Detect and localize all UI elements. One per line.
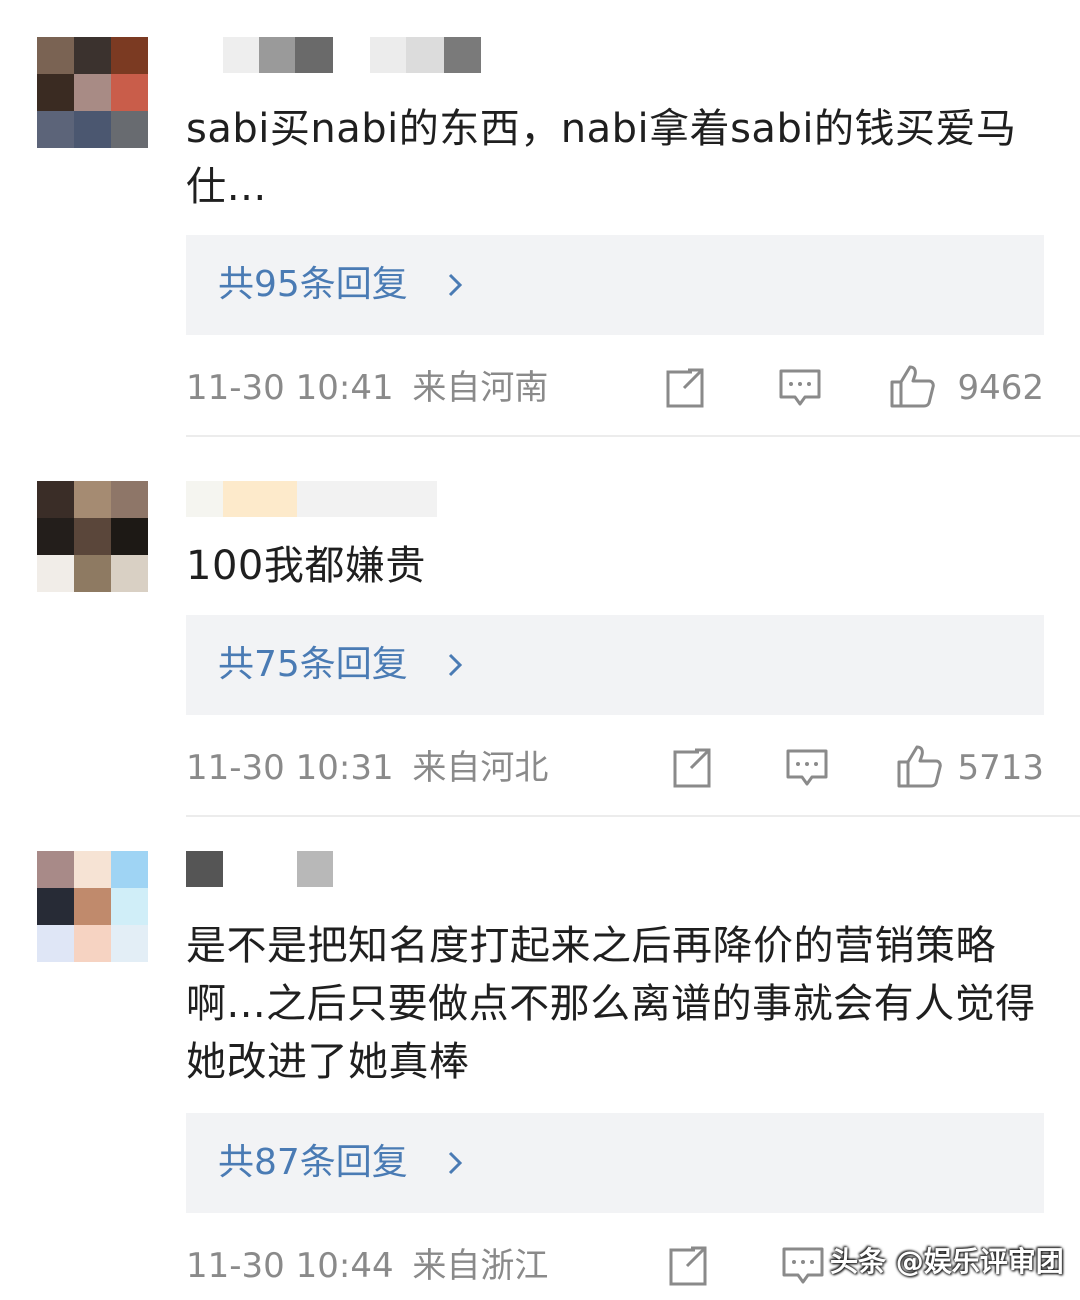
- timestamp: 11-30 10:44: [186, 1246, 394, 1286]
- comment-icon[interactable]: [779, 1242, 827, 1290]
- avatar-pixel: [74, 925, 111, 962]
- replies-button[interactable]: 共87条回复: [186, 1113, 1044, 1213]
- comment-item: 是不是把知名度打起来之后再降价的营销策略啊...之后只要做点不那么离谱的事就会有…: [0, 0, 1080, 1300]
- watermark: 头条 @娱乐评审团: [830, 1245, 1064, 1278]
- avatar-pixel: [111, 851, 148, 888]
- replies-label: 共87条回复: [218, 1142, 408, 1183]
- share-icon[interactable]: [665, 1242, 713, 1290]
- avatar-pixel: [37, 851, 74, 888]
- avatar-pixel: [74, 851, 111, 888]
- avatar[interactable]: [37, 851, 148, 962]
- avatar-pixel: [74, 888, 111, 925]
- avatar-pixel: [37, 888, 74, 925]
- chevron-right-icon: [448, 1151, 463, 1175]
- comment-text: 是不是把知名度打起来之后再降价的营销策略啊...之后只要做点不那么离谱的事就会有…: [186, 923, 1036, 1085]
- location: 来自浙江: [412, 1246, 549, 1286]
- avatar-pixel: [111, 925, 148, 962]
- comment-meta: 11-30 10:44 来自浙江: [186, 1244, 548, 1288]
- avatar-pixel: [37, 925, 74, 962]
- avatar-pixel: [111, 888, 148, 925]
